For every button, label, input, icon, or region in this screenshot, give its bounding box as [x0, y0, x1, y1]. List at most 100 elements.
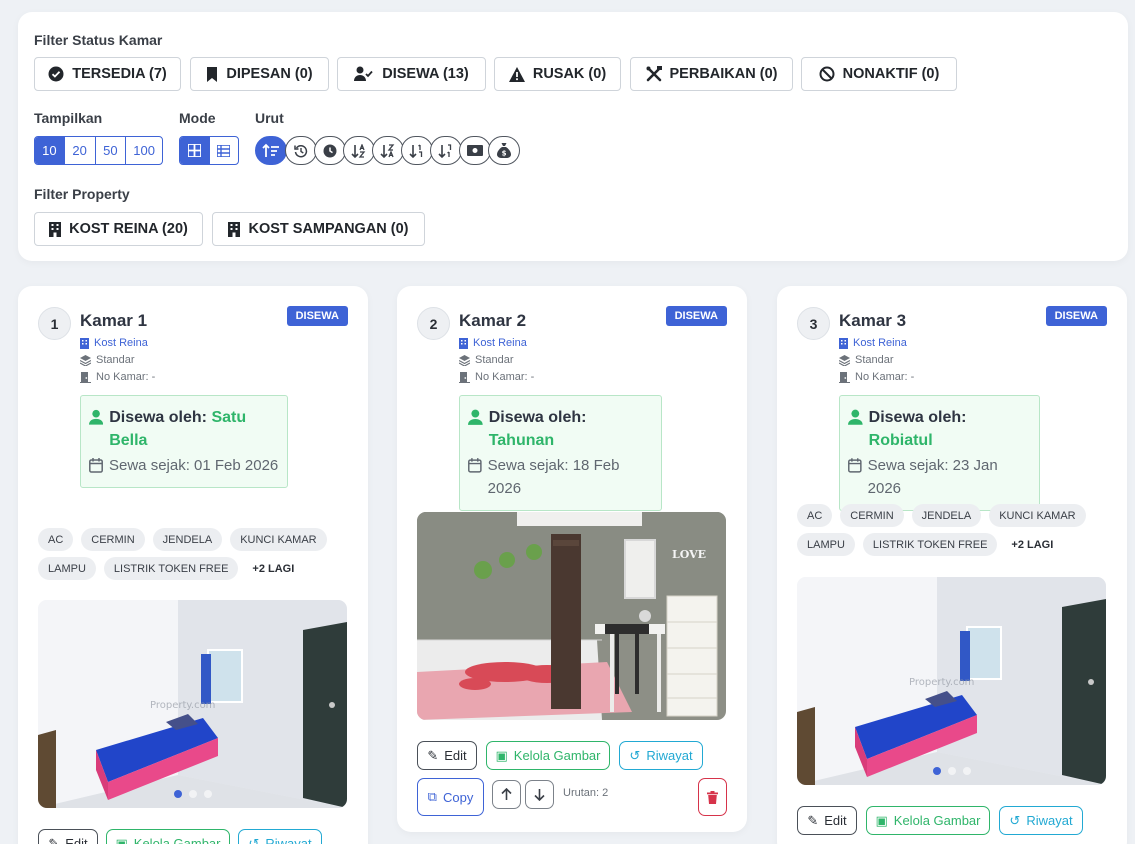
- rent-since-line: Sewa sejak: 23 Jan 2026: [848, 454, 1031, 500]
- room-type-name: Standar: [96, 354, 135, 366]
- room-photo-image: [417, 512, 726, 720]
- status-chip-label: NONAKTIF (0): [842, 66, 940, 82]
- room-photo-carousel[interactable]: Property.com: [797, 577, 1106, 785]
- status-filter-label: Filter Status Kamar: [34, 32, 163, 48]
- sort-history-button[interactable]: [285, 136, 317, 165]
- user-check-icon: [354, 66, 373, 81]
- room-number-badge: 1: [38, 307, 71, 340]
- tenant-name: Robiatul: [868, 432, 933, 449]
- carousel-dot[interactable]: [188, 790, 197, 798]
- delete-button[interactable]: [698, 778, 727, 816]
- room-property-name: Kost Reina: [94, 337, 148, 349]
- page-size-group: 10 20 50 100: [34, 136, 163, 165]
- room-photo[interactable]: [417, 512, 726, 720]
- status-chip-label: TERSEDIA (7): [72, 66, 167, 82]
- status-chip-nonaktif[interactable]: NONAKTIF (0): [801, 57, 957, 91]
- move-up-button[interactable]: [492, 780, 521, 809]
- sort-numeric-down-button[interactable]: [401, 136, 433, 165]
- building-icon: [839, 337, 848, 349]
- more-facilities-link[interactable]: +2 LAGI: [1005, 533, 1059, 556]
- property-chip-label: KOST SAMPANGAN (0): [248, 221, 409, 237]
- sort-alpha-up-button[interactable]: [372, 136, 404, 165]
- tenant-line: Disewa oleh: Robiatul: [848, 406, 1031, 452]
- page-size-100[interactable]: 100: [126, 137, 162, 164]
- room-photo-carousel[interactable]: Property.com: [38, 600, 347, 808]
- rent-since-text: Sewa sejak: 01 Feb 2026: [109, 457, 279, 474]
- rent-since-text: Sewa sejak: 18 Feb 2026: [487, 457, 620, 497]
- more-facilities-link[interactable]: +2 LAGI: [246, 557, 300, 580]
- room-type-name: Standar: [855, 354, 894, 366]
- status-chip-perbaikan[interactable]: PERBAIKAN (0): [630, 57, 793, 91]
- door-icon: [459, 371, 470, 383]
- sort-numeric-up-button[interactable]: [430, 136, 462, 165]
- sort-clock-button[interactable]: [314, 136, 346, 165]
- carousel-dot[interactable]: [962, 767, 971, 775]
- carousel-dot[interactable]: [932, 767, 941, 775]
- clock-icon: [323, 144, 337, 157]
- room-door-number: No Kamar: -: [80, 371, 155, 383]
- watermark: Property.com: [909, 677, 974, 688]
- manage-images-label: Kelola Gambar: [893, 813, 981, 828]
- status-chip-disewa[interactable]: DISEWA (13): [337, 57, 486, 91]
- history-button[interactable]: ↺ Riwayat: [999, 806, 1083, 835]
- status-chip-tersedia[interactable]: TERSEDIA (7): [34, 57, 181, 91]
- carousel-dot[interactable]: [173, 790, 182, 798]
- building-icon: [228, 221, 241, 237]
- edit-label: Edit: [444, 748, 467, 763]
- sort-alpha-up-icon: [380, 143, 395, 158]
- room-door-number-text: No Kamar: -: [96, 371, 156, 383]
- sort-price-button[interactable]: [459, 136, 491, 165]
- property-chip-kost-reina[interactable]: KOST REINA (20): [34, 212, 203, 246]
- edit-button[interactable]: ✎ Edit: [417, 741, 477, 770]
- manage-images-button[interactable]: ▣ Kelola Gambar: [486, 741, 610, 770]
- history-button[interactable]: ↺ Riwayat: [238, 829, 322, 844]
- list-mode-button[interactable]: [210, 137, 239, 164]
- layers-icon: [839, 354, 850, 366]
- room-number-badge: 2: [417, 307, 450, 340]
- room-property-name: Kost Reina: [853, 337, 907, 349]
- status-chip-dipesan[interactable]: DIPESAN (0): [190, 57, 329, 91]
- room-door-number-text: No Kamar: -: [855, 371, 915, 383]
- history-button[interactable]: ↺ Riwayat: [619, 741, 703, 770]
- move-down-button[interactable]: [525, 780, 554, 809]
- grid-mode-button[interactable]: [180, 137, 210, 164]
- carousel-dot[interactable]: [203, 790, 212, 798]
- rent-since-text: Sewa sejak: 23 Jan 2026: [867, 457, 998, 497]
- sort-number-up-icon: [262, 143, 279, 157]
- user-icon: [89, 409, 104, 425]
- page-size-10[interactable]: 10: [35, 137, 65, 164]
- money-icon: [467, 145, 483, 156]
- status-chip-label: DIPESAN (0): [226, 66, 313, 82]
- status-chip-label: RUSAK (0): [532, 66, 607, 82]
- arrow-up-icon: [501, 788, 512, 800]
- layers-icon: [80, 354, 91, 366]
- sort-numeric-down-icon: [409, 143, 423, 158]
- property-chip-label: KOST REINA (20): [69, 221, 188, 237]
- status-chip-rusak[interactable]: RUSAK (0): [494, 57, 621, 91]
- room-door-number-text: No Kamar: -: [475, 371, 535, 383]
- sort-numeric-up-icon: [438, 143, 452, 158]
- check-circle-icon: [48, 66, 64, 82]
- room-type: Standar: [839, 354, 894, 366]
- edit-button[interactable]: ✎ Edit: [797, 806, 857, 835]
- history-icon: ↺: [629, 747, 641, 763]
- history-icon: [294, 144, 308, 157]
- copy-icon: ⧉: [427, 789, 437, 804]
- carousel-dot[interactable]: [947, 767, 956, 775]
- carousel-dots: [932, 767, 971, 775]
- history-label: Riwayat: [1026, 813, 1073, 828]
- page-size-20[interactable]: 20: [65, 137, 96, 164]
- property-chip-kost-sampangan[interactable]: KOST SAMPANGAN (0): [212, 212, 425, 246]
- sort-number-up-button[interactable]: [255, 136, 287, 165]
- sort-deposit-button[interactable]: $: [488, 136, 520, 165]
- sort-alpha-down-icon: [351, 143, 366, 158]
- edit-button[interactable]: ✎ Edit: [38, 829, 98, 844]
- room-title: Kamar 3: [839, 311, 907, 330]
- page-size-50[interactable]: 50: [96, 137, 127, 164]
- manage-images-button[interactable]: ▣ Kelola Gambar: [106, 829, 230, 844]
- sort-alpha-down-button[interactable]: [343, 136, 375, 165]
- edit-label: Edit: [824, 813, 847, 828]
- carousel-dots: [173, 790, 212, 798]
- copy-button[interactable]: ⧉ Copy: [417, 778, 484, 816]
- manage-images-button[interactable]: ▣ Kelola Gambar: [866, 806, 990, 835]
